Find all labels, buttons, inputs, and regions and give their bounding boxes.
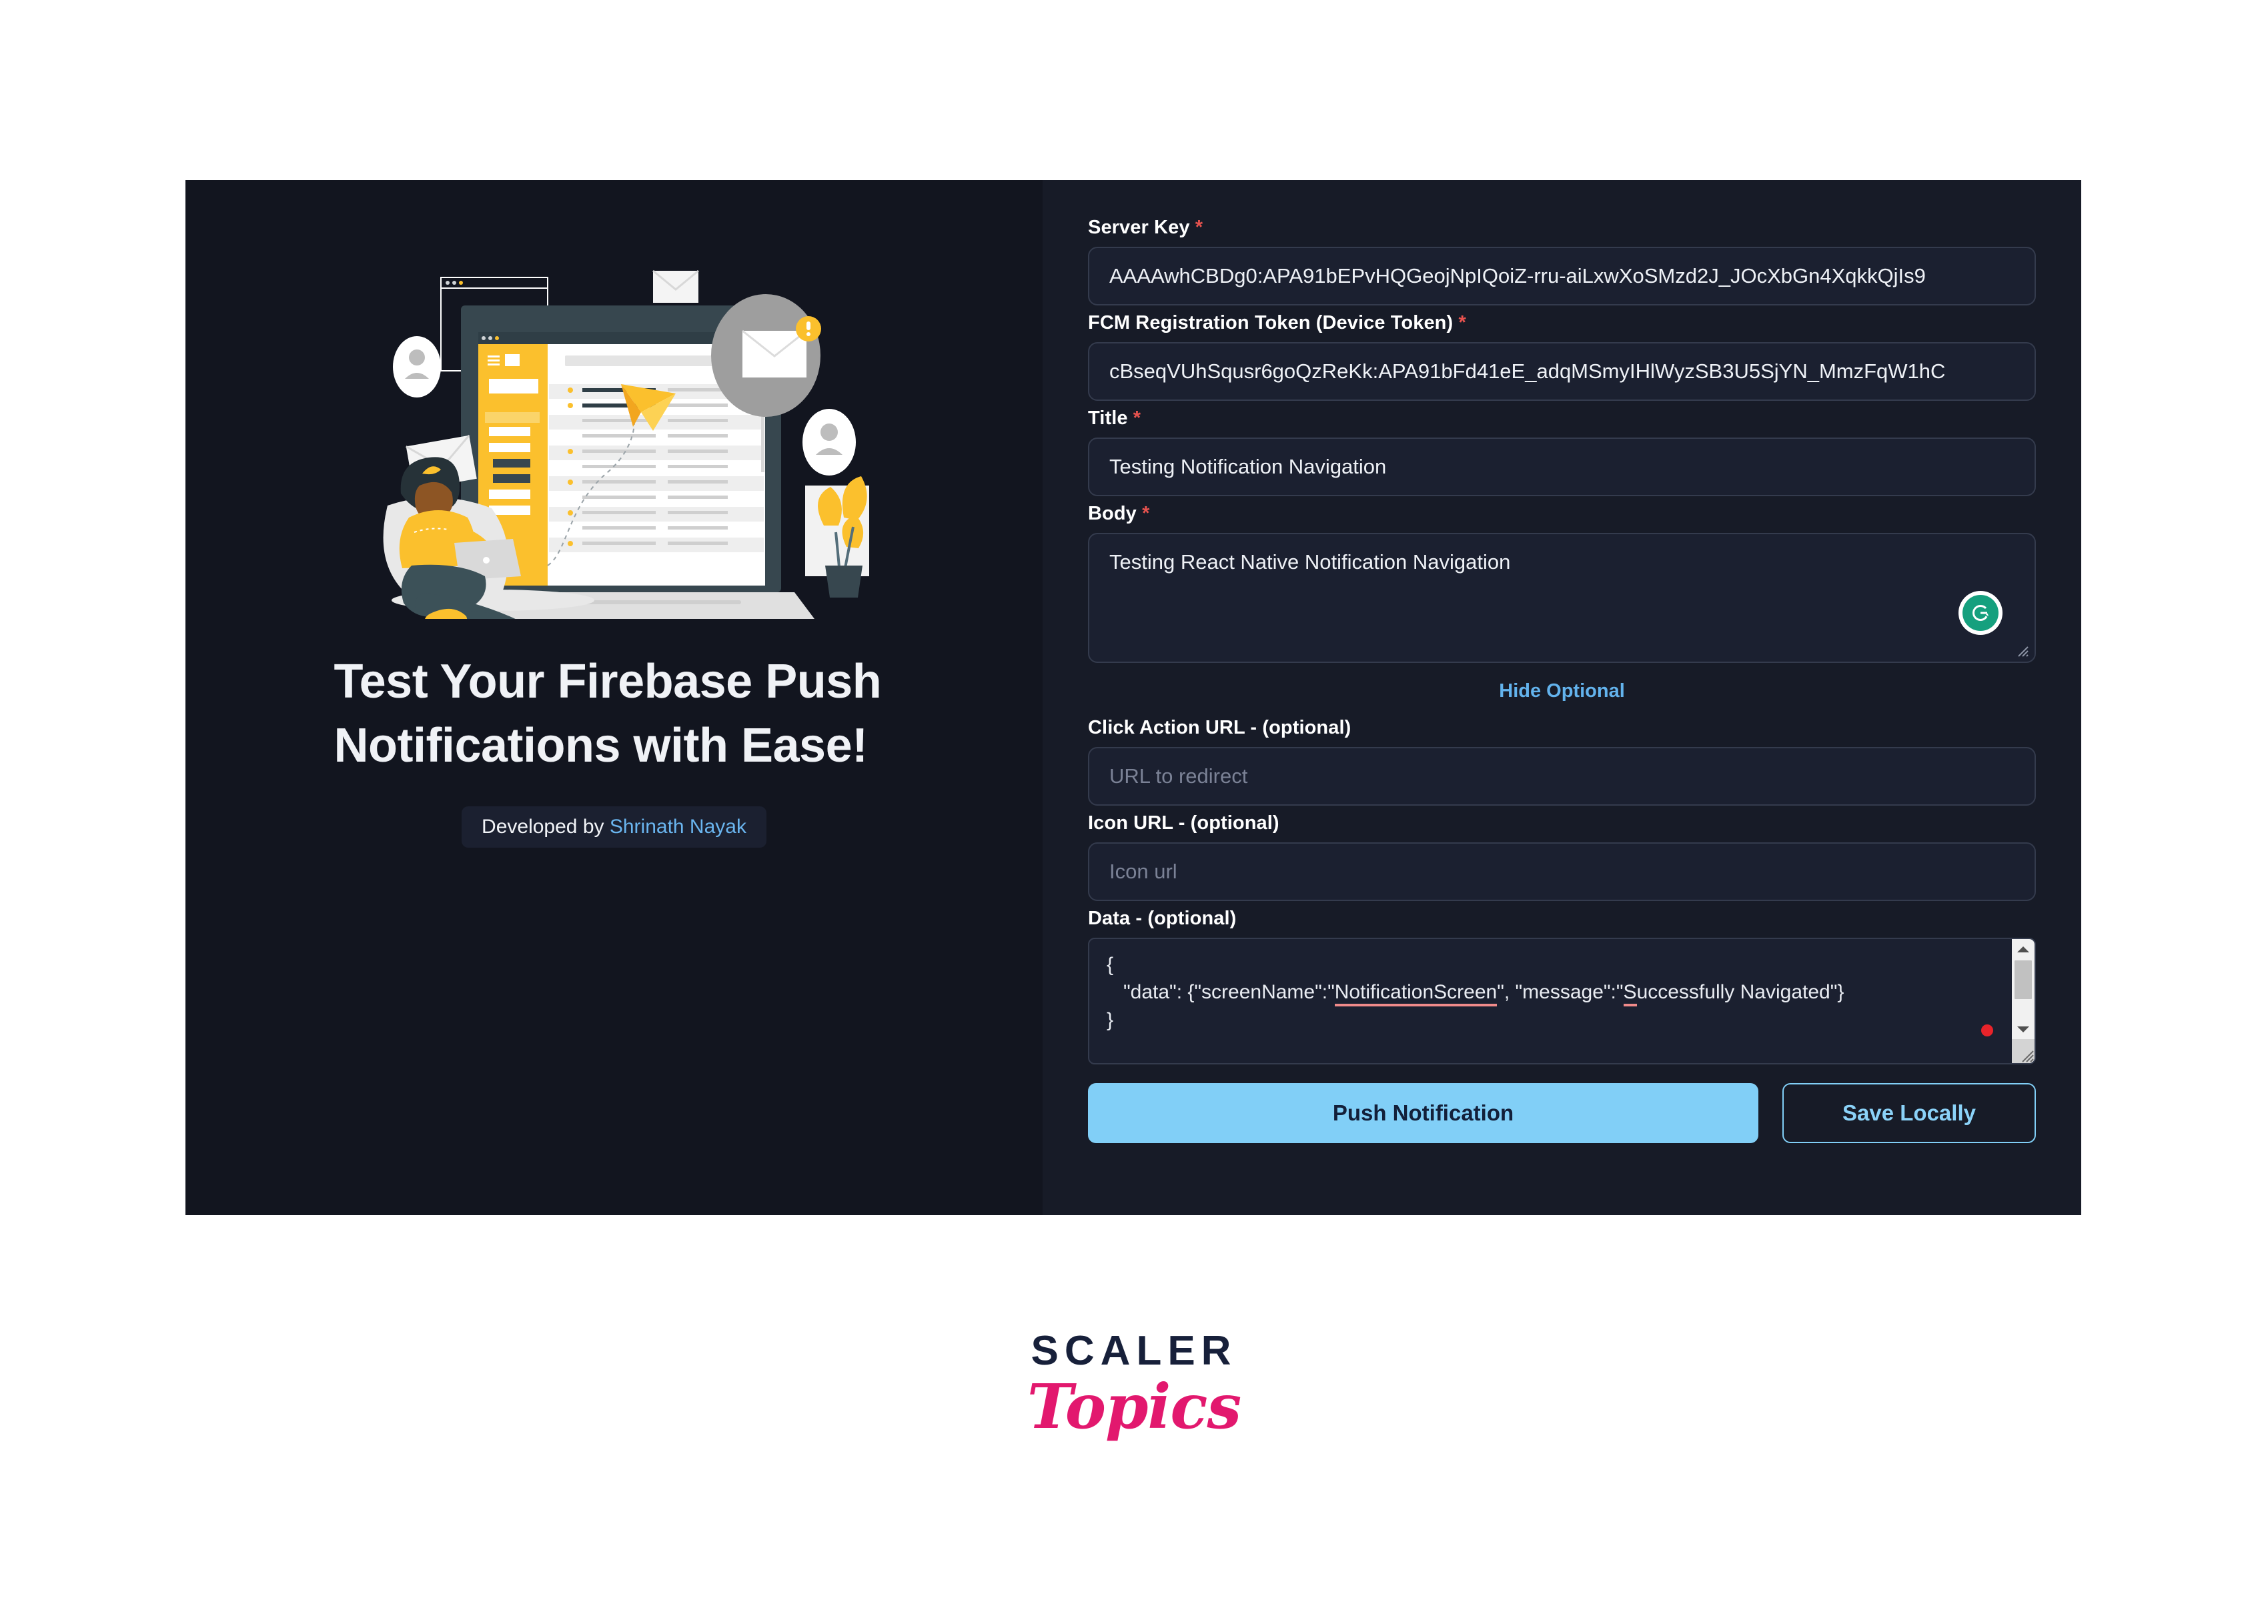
developed-by-label: Developed by [482, 815, 610, 838]
field-click-action-url: Click Action URL - (optional) URL to red… [1088, 717, 2036, 806]
title-input[interactable]: Testing Notification Navigation [1088, 438, 2036, 496]
data-line-2-prefix: "data": {"screenName":" [1107, 981, 1335, 1004]
developer-credit: Developed by Shrinath Nayak [462, 806, 766, 848]
required-asterisk: * [1195, 217, 1203, 238]
data-textarea-value: { "data": {"screenName":"NotificationScr… [1089, 939, 2035, 1046]
field-data: Data - (optional) { "data": {"screenName… [1088, 908, 2036, 1064]
title-label: Title * [1088, 408, 2036, 430]
scrollbar-thumb[interactable] [2015, 960, 2032, 999]
grammarly-icon[interactable] [1958, 591, 2003, 635]
data-label: Data - (optional) [1088, 908, 1237, 929]
page-title: Test Your Firebase Push Notifications wi… [314, 650, 915, 778]
logo-scaler-wordmark: SCALER [1031, 1328, 1237, 1374]
data-line-1: { [1107, 954, 1114, 976]
save-locally-button[interactable]: Save Locally [1782, 1083, 2036, 1143]
body-label-text: Body [1088, 503, 1137, 524]
email-campaign-illustration [348, 219, 881, 619]
required-asterisk: * [1133, 408, 1141, 429]
server-key-input[interactable]: AAAAwhCBDg0:APA91bEPvHQGeojNpIQoiZ-rru-a… [1088, 247, 2036, 305]
required-asterisk: * [1142, 503, 1150, 524]
icon-url-input[interactable]: Icon url [1088, 842, 2036, 901]
app-card: Test Your Firebase Push Notifications wi… [185, 180, 2081, 1215]
data-line-2-mid: ", "message":" [1497, 981, 1624, 1004]
data-scrollbar[interactable] [2012, 939, 2035, 1063]
title-label-text: Title [1088, 408, 1128, 429]
data-textarea[interactable]: { "data": {"screenName":"NotificationScr… [1088, 938, 2036, 1064]
field-icon-url: Icon URL - (optional) Icon url [1088, 812, 2036, 901]
notification-form-panel: Server Key * AAAAwhCBDg0:APA91bEPvHQGeoj… [1043, 180, 2081, 1215]
grammarly-status-dot-icon[interactable] [1981, 1024, 1993, 1036]
data-misspelled-word-2: S [1623, 981, 1637, 1007]
data-misspelled-word-1: NotificationScreen [1334, 981, 1498, 1007]
push-notification-button[interactable]: Push Notification [1088, 1083, 1758, 1143]
click-action-url-label: Click Action URL - (optional) [1088, 717, 1351, 738]
body-textarea[interactable]: Testing React Native Notification Naviga… [1088, 533, 2036, 663]
data-line-3: } [1107, 1008, 1114, 1031]
hide-optional-toggle[interactable]: Hide Optional [1088, 680, 2036, 702]
scroll-up-arrow-icon[interactable] [2012, 939, 2035, 959]
page-title-line-1: Test Your Firebase Push [334, 655, 882, 708]
fcm-token-input[interactable]: cBseqVUhSqusr6goQzReKk:APA91bFd41eE_adqM… [1088, 342, 2036, 401]
required-asterisk: * [1458, 312, 1466, 333]
server-key-label-text: Server Key [1088, 217, 1190, 238]
field-fcm-token: FCM Registration Token (Device Token) * … [1088, 312, 2036, 401]
field-server-key: Server Key * AAAAwhCBDg0:APA91bEPvHQGeoj… [1088, 217, 2036, 305]
scroll-down-arrow-icon[interactable] [2012, 1019, 2035, 1039]
scaler-topics-logo: SCALER Topics [0, 1327, 2268, 1443]
body-label: Body * [1088, 503, 2036, 525]
hero-panel: Test Your Firebase Push Notifications wi… [185, 180, 1043, 1215]
field-body: Body * Testing React Native Notification… [1088, 503, 2036, 663]
fcm-token-label-text: FCM Registration Token (Device Token) [1088, 312, 1454, 333]
developer-name-link[interactable]: Shrinath Nayak [610, 816, 746, 838]
click-action-url-input[interactable]: URL to redirect [1088, 747, 2036, 806]
resize-grip-icon[interactable] [2015, 643, 2029, 658]
server-key-label: Server Key * [1088, 217, 2036, 239]
resize-grip-icon[interactable] [2012, 1039, 2035, 1063]
page-title-line-2: Notifications with Ease! [334, 719, 869, 773]
form-actions: Push Notification Save Locally [1088, 1083, 2036, 1143]
body-textarea-value: Testing React Native Notification Naviga… [1109, 550, 1511, 574]
data-line-2-suffix: uccessfully Navigated"} [1636, 981, 1844, 1004]
icon-url-label: Icon URL - (optional) [1088, 812, 1279, 834]
fcm-token-label: FCM Registration Token (Device Token) * [1088, 312, 2036, 334]
logo-topics-wordmark: Topics [1027, 1371, 1241, 1443]
field-title: Title * Testing Notification Navigation [1088, 408, 2036, 496]
